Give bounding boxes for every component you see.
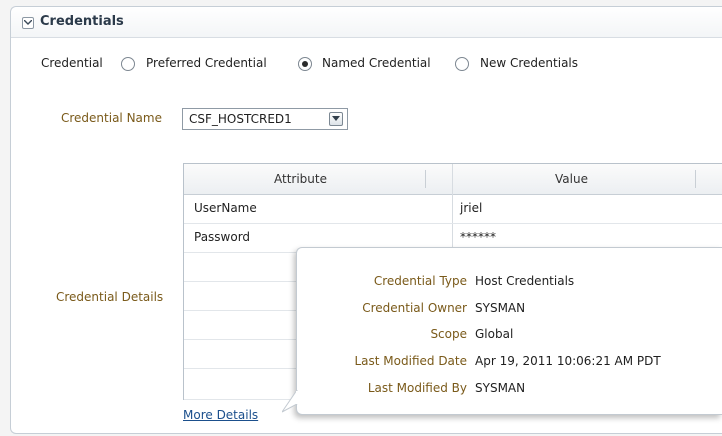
radio-preferred-credential-label[interactable]: Preferred Credential: [146, 56, 267, 70]
credential-name-label: Credential Name: [61, 111, 162, 125]
dropdown-button[interactable]: [329, 112, 343, 126]
credential-name-select[interactable]: CSF_HOSTCRED1: [182, 108, 348, 130]
radio-new-credentials-label[interactable]: New Credentials: [480, 56, 578, 70]
column-header-attribute[interactable]: Attribute: [274, 172, 327, 186]
chevron-down-icon: [332, 116, 340, 121]
radio-selected-dot: [302, 61, 308, 67]
radio-preferred-credential[interactable]: [121, 57, 135, 71]
attribute-cell: Password: [194, 230, 251, 244]
attribute-cell: UserName: [194, 201, 257, 215]
more-details-link[interactable]: More Details: [183, 408, 258, 422]
table-header: Attribute Value: [184, 164, 722, 195]
popup-label-scope: Scope: [430, 327, 467, 341]
popup-value-credential-owner: SYSMAN: [475, 301, 526, 315]
table-row[interactable]: UserName jriel: [184, 195, 722, 224]
column-header-value[interactable]: Value: [555, 172, 588, 186]
column-divider: [695, 170, 696, 188]
popup-value-scope: Global: [475, 327, 514, 341]
credential-name-value: CSF_HOSTCRED1: [189, 112, 292, 126]
credential-label: Credential: [41, 56, 103, 70]
popup-label-credential-type: Credential Type: [373, 274, 467, 288]
popup-label-credential-owner: Credential Owner: [362, 301, 467, 315]
collapse-section-button[interactable]: [22, 17, 34, 29]
popup-value-last-modified-date: Apr 19, 2011 10:06:21 AM PDT: [475, 354, 661, 368]
popup-label-last-modified-by: Last Modified By: [367, 381, 467, 395]
radio-named-credential[interactable]: [298, 57, 312, 71]
section-title: Credentials: [40, 14, 124, 29]
value-cell: ******: [460, 230, 496, 244]
value-cell: jriel: [460, 201, 483, 215]
popup-value-last-modified-by: SYSMAN: [475, 381, 526, 395]
radio-new-credentials[interactable]: [455, 57, 469, 71]
chevron-down-icon: [24, 20, 32, 25]
column-divider: [425, 170, 426, 188]
credential-details-label: Credential Details: [56, 290, 164, 304]
popup-value-credential-type: Host Credentials: [475, 274, 575, 288]
credential-info-popup: Credential Type Host Credentials Credent…: [296, 247, 722, 415]
popup-label-last-modified-date: Last Modified Date: [354, 354, 467, 368]
radio-named-credential-label[interactable]: Named Credential: [322, 56, 431, 70]
popup-pointer: [282, 390, 298, 413]
